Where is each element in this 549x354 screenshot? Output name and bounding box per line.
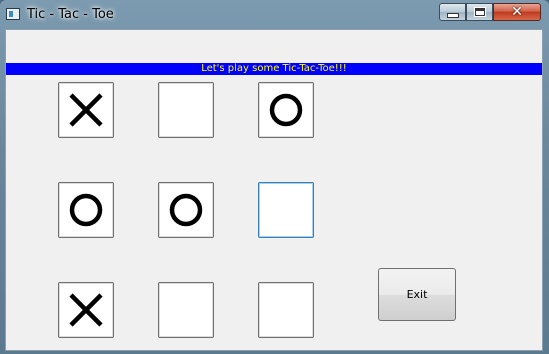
x-mark-icon	[69, 293, 103, 327]
app-window: Tic - Tac - Toe ✕ Let's play some Tic-Ta…	[0, 0, 549, 354]
app-icon[interactable]	[6, 8, 20, 20]
window-title: Tic - Tac - Toe	[27, 7, 114, 22]
board-cell[interactable]	[258, 182, 314, 238]
o-mark-icon	[269, 93, 303, 127]
o-mark-icon	[169, 193, 203, 227]
board-cell[interactable]	[158, 282, 214, 338]
board-cell[interactable]	[58, 182, 114, 238]
board-cell[interactable]	[158, 182, 214, 238]
close-button[interactable]: ✕	[493, 3, 541, 21]
welcome-banner: Let's play some Tic-Tac-Toe!!!	[6, 63, 542, 75]
maximize-button[interactable]	[466, 3, 493, 21]
board-cell[interactable]	[258, 282, 314, 338]
minimize-icon	[446, 12, 459, 18]
close-icon: ✕	[511, 4, 523, 20]
title-bar[interactable]: Tic - Tac - Toe ✕	[0, 0, 549, 28]
o-mark-icon	[69, 193, 103, 227]
board-cell[interactable]	[158, 82, 214, 138]
board-cell[interactable]	[258, 82, 314, 138]
maximize-icon	[473, 7, 486, 17]
client-area: Let's play some Tic-Tac-Toe!!! Exit	[5, 29, 543, 351]
x-mark-icon	[69, 93, 103, 127]
exit-button[interactable]: Exit	[378, 268, 456, 321]
board-cell[interactable]	[58, 282, 114, 338]
board-cell[interactable]	[58, 82, 114, 138]
minimize-button[interactable]	[439, 3, 466, 21]
